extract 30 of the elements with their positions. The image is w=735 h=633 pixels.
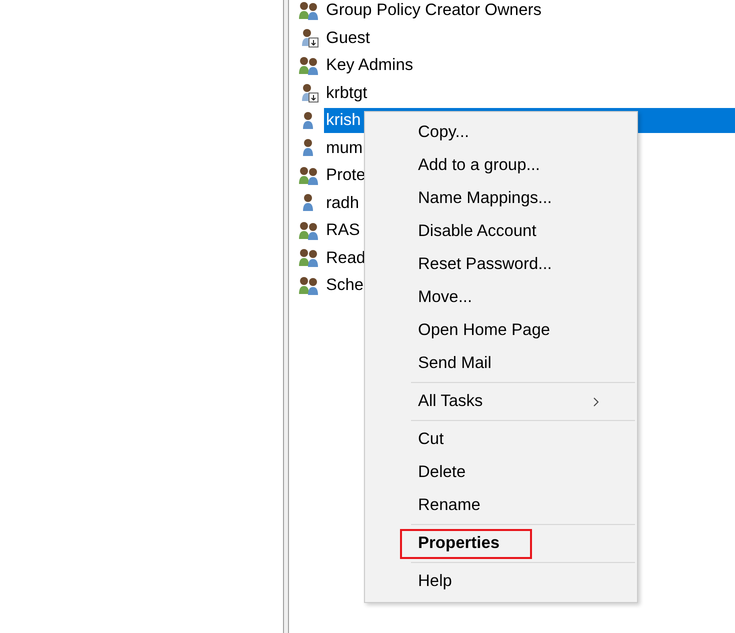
menu-item[interactable]: Reset Password...: [400, 250, 618, 280]
list-item[interactable]: radh: [324, 190, 362, 216]
users-icon: [298, 248, 320, 268]
menu-item[interactable]: All Tasks: [400, 386, 618, 416]
list-item[interactable]: Group Policy Creator Owners: [324, 0, 544, 24]
splitter[interactable]: [283, 0, 289, 633]
users-icon: [298, 276, 320, 296]
list-item[interactable]: RAS: [324, 218, 362, 244]
menu-item[interactable]: Help: [400, 566, 618, 596]
menu-item[interactable]: Properties: [400, 528, 532, 558]
menu-item[interactable]: Rename: [400, 490, 618, 520]
list-item[interactable]: mum: [324, 136, 365, 161]
users-icon: [298, 56, 320, 76]
menu-item[interactable]: Name Mappings...: [400, 184, 618, 214]
menu-item[interactable]: Move...: [400, 282, 618, 312]
list-item[interactable]: Guest: [324, 26, 372, 51]
menu-item[interactable]: Add to a group...: [400, 150, 618, 180]
users-icon: [298, 0, 320, 21]
users-icon: [298, 220, 320, 241]
list-item[interactable]: Sche: [324, 273, 366, 298]
menu-item[interactable]: Cut: [400, 424, 618, 454]
list-item[interactable]: Key Admins: [324, 53, 416, 78]
list-item[interactable]: Prote: [324, 163, 368, 188]
menu-item[interactable]: Delete: [400, 458, 618, 488]
menu-item[interactable]: Copy...: [400, 118, 618, 148]
users-icon: [298, 166, 320, 186]
menu-item[interactable]: Disable Account: [400, 216, 618, 246]
list-item[interactable]: krbtgt: [324, 80, 370, 106]
menu-item[interactable]: Send Mail: [400, 348, 618, 378]
menu-item[interactable]: Open Home Page: [400, 316, 618, 346]
